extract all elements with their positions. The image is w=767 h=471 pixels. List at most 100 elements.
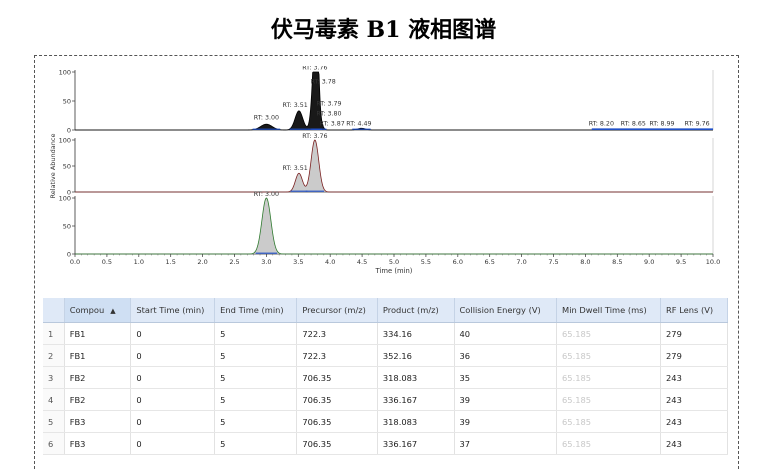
rt-label: RT: 3.00 — [254, 191, 279, 198]
trace-line — [75, 197, 713, 255]
rt-label: RT: 4.49 — [346, 120, 371, 127]
x-tick-label: 2.5 — [229, 258, 239, 266]
precursor-cell[interactable]: 706.35 — [296, 366, 378, 389]
rt-label: RT: 3.80 — [316, 111, 341, 118]
compound-cell[interactable]: FB2 — [64, 366, 132, 389]
end-time-cell[interactable]: 5 — [214, 366, 298, 389]
table-row[interactable]: 1 FB1 0 5 722.3 334.16 40 65.185 279 — [43, 322, 728, 345]
collision-energy-cell[interactable]: 36 — [454, 344, 558, 367]
min-dwell-time-cell[interactable]: 65.185 — [556, 344, 662, 367]
table-row[interactable]: 3 FB2 0 5 706.35 318.083 35 65.185 243 — [43, 366, 728, 389]
compound-cell[interactable]: FB1 — [64, 322, 132, 345]
min-dwell-time-cell[interactable]: 65.185 — [556, 410, 662, 433]
rt-label: RT: 8.99 — [649, 120, 674, 127]
x-tick-label: 7.0 — [516, 258, 526, 266]
y-tick-label: 50 — [63, 223, 71, 231]
compound-cell[interactable]: FB3 — [64, 432, 132, 455]
compound-cell[interactable]: FB3 — [64, 410, 132, 433]
product-cell[interactable]: 318.083 — [377, 410, 455, 433]
peak-area — [75, 72, 713, 130]
collision-energy-cell[interactable]: 39 — [454, 410, 558, 433]
column-header-min-dwell-time[interactable]: Min Dwell Time (ms) — [556, 298, 662, 323]
rt-label: RT: 8.65 — [621, 120, 646, 127]
table-row[interactable]: 5 FB3 0 5 706.35 318.083 39 65.185 243 — [43, 410, 728, 433]
rt-label: RT: 3.78 — [311, 79, 336, 86]
precursor-cell[interactable]: 722.3 — [296, 322, 378, 345]
row-number: 6 — [43, 432, 65, 455]
start-time-cell[interactable]: 0 — [130, 388, 216, 411]
trace-line — [75, 139, 713, 193]
peak-area — [75, 140, 713, 192]
rt-label: RT: 3.00 — [254, 115, 279, 122]
collision-energy-cell[interactable]: 37 — [454, 432, 558, 455]
x-tick-label: 9.5 — [676, 258, 686, 266]
column-header-rf-lens[interactable]: RF Lens (V) — [660, 298, 728, 323]
table-row[interactable]: 4 FB2 0 5 706.35 336.167 39 65.185 243 — [43, 388, 728, 411]
end-time-cell[interactable]: 5 — [214, 322, 298, 345]
rt-label: RT: 3.51 — [283, 165, 308, 172]
x-tick-label: 3.5 — [293, 258, 303, 266]
rf-lens-cell[interactable]: 279 — [660, 322, 728, 345]
rf-lens-cell[interactable]: 243 — [660, 410, 728, 433]
x-tick-label: 4.5 — [357, 258, 367, 266]
end-time-cell[interactable]: 5 — [214, 432, 298, 455]
x-tick-label: 2.0 — [197, 258, 207, 266]
y-tick-label: 50 — [63, 163, 71, 171]
product-cell[interactable]: 336.167 — [377, 388, 455, 411]
min-dwell-time-cell[interactable]: 65.185 — [556, 366, 662, 389]
compound-cell[interactable]: FB1 — [64, 344, 132, 367]
row-number: 1 — [43, 322, 65, 345]
precursor-cell[interactable]: 706.35 — [296, 388, 378, 411]
column-header-start-time[interactable]: Start Time (min) — [130, 298, 216, 323]
min-dwell-time-cell[interactable]: 65.185 — [556, 432, 662, 455]
start-time-cell[interactable]: 0 — [130, 322, 216, 345]
start-time-cell[interactable]: 0 — [130, 410, 216, 433]
table-row[interactable]: 6 FB3 0 5 706.35 336.167 37 65.185 243 — [43, 432, 728, 455]
x-tick-label: 1.0 — [134, 258, 144, 266]
collision-energy-cell[interactable]: 35 — [454, 366, 558, 389]
x-tick-label: 8.0 — [580, 258, 590, 266]
method-table: Compou ▲ Start Time (min) End Time (min) … — [43, 298, 728, 455]
min-dwell-time-cell[interactable]: 65.185 — [556, 322, 662, 345]
x-tick-label: 0.5 — [102, 258, 112, 266]
column-header-collision-energy[interactable]: Collision Energy (V) — [454, 298, 558, 323]
start-time-cell[interactable]: 0 — [130, 366, 216, 389]
table-row[interactable]: 2 FB1 0 5 722.3 352.16 36 65.185 279 — [43, 344, 728, 367]
min-dwell-time-cell[interactable]: 65.185 — [556, 388, 662, 411]
compound-cell[interactable]: FB2 — [64, 388, 132, 411]
column-header-end-time[interactable]: End Time (min) — [214, 298, 298, 323]
rf-lens-cell[interactable]: 243 — [660, 388, 728, 411]
product-cell[interactable]: 336.167 — [377, 432, 455, 455]
precursor-cell[interactable]: 706.35 — [296, 410, 378, 433]
chromatogram: 100 50 0 RT: 3.76 RT: 3.78 RT: 3.51 RT: 3.79 RT… — [49, 66, 720, 275]
start-time-cell[interactable]: 0 — [130, 344, 216, 367]
x-tick-label: 7.5 — [548, 258, 558, 266]
precursor-cell[interactable]: 722.3 — [296, 344, 378, 367]
product-cell[interactable]: 318.083 — [377, 366, 455, 389]
collision-energy-cell[interactable]: 39 — [454, 388, 558, 411]
end-time-cell[interactable]: 5 — [214, 388, 298, 411]
rf-lens-cell[interactable]: 279 — [660, 344, 728, 367]
rt-label: RT: 3.51 — [283, 102, 308, 109]
y-tick-label: 100 — [59, 195, 71, 203]
column-header-product[interactable]: Product (m/z) — [377, 298, 455, 323]
end-time-cell[interactable]: 5 — [214, 410, 298, 433]
start-time-cell[interactable]: 0 — [130, 432, 216, 455]
precursor-cell[interactable]: 706.35 — [296, 432, 378, 455]
sort-ascending-icon[interactable]: ▲ — [110, 307, 115, 315]
x-tick-label: 8.5 — [612, 258, 622, 266]
page-title: 伏马毒素 B1 液相图谱 — [270, 17, 497, 43]
product-cell[interactable]: 334.16 — [377, 322, 455, 345]
collision-energy-cell[interactable]: 40 — [454, 322, 558, 345]
x-tick-label: 5.0 — [389, 258, 399, 266]
column-header-precursor[interactable]: Precursor (m/z) — [296, 298, 378, 323]
rt-label: RT: 9.76 — [684, 120, 709, 127]
rf-lens-cell[interactable]: 243 — [660, 366, 728, 389]
end-time-cell[interactable]: 5 — [214, 344, 298, 367]
x-tick-label: 10.0 — [706, 258, 720, 266]
column-header-compound[interactable]: Compou ▲ — [64, 298, 132, 323]
rt-label: RT: 3.79 — [316, 101, 341, 108]
rf-lens-cell[interactable]: 243 — [660, 432, 728, 455]
product-cell[interactable]: 352.16 — [377, 344, 455, 367]
x-tick-label: 6.0 — [453, 258, 463, 266]
